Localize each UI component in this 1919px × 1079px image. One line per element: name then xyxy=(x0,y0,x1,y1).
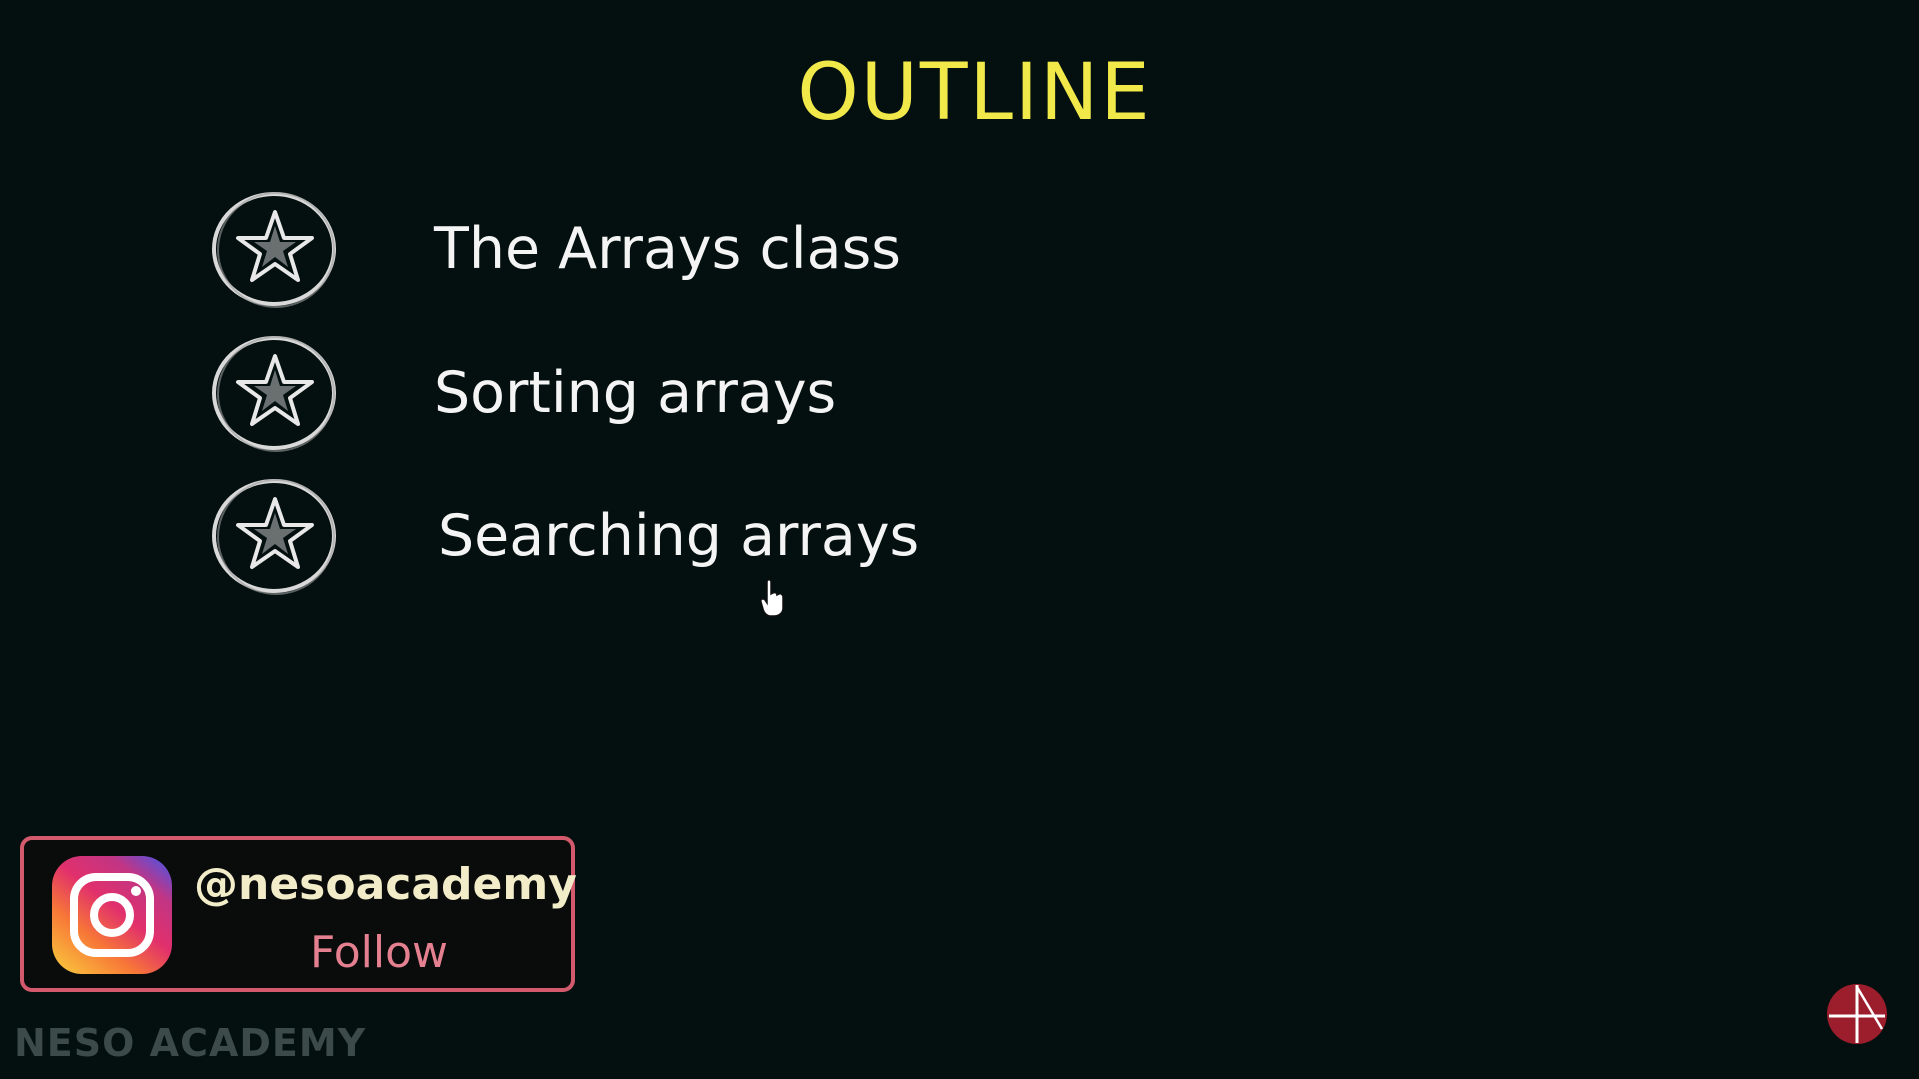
outline-item-searching-arrays: Searching arrays xyxy=(210,475,1110,597)
instagram-icon xyxy=(52,856,172,974)
outline-item-sorting-arrays: Sorting arrays xyxy=(210,332,1110,454)
outline-item-arrays-class: The Arrays class xyxy=(210,188,1110,310)
slide-title: OUTLINE xyxy=(797,48,1152,138)
watermark: NESO ACADEMY xyxy=(14,1021,367,1065)
instagram-handle: @nesoacademy xyxy=(194,859,577,910)
star-icon xyxy=(212,336,336,452)
outline-item-label: The Arrays class xyxy=(434,216,901,282)
star-icon xyxy=(212,192,336,308)
follow-label[interactable]: Follow xyxy=(194,928,564,978)
instagram-follow-banner[interactable]: @nesoacademy Follow xyxy=(20,836,577,992)
star-icon xyxy=(212,479,336,595)
outline-item-label: Sorting arrays xyxy=(434,360,837,426)
outline-item-label: Searching arrays xyxy=(438,503,920,569)
channel-logo-icon xyxy=(1827,984,1887,1044)
hand-cursor-icon xyxy=(760,579,784,617)
